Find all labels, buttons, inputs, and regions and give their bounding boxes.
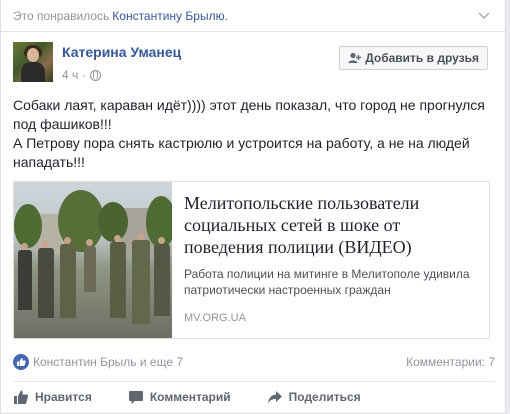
post-text-line: Собаки лаят, караван идёт)))) этот день … [13,97,485,132]
link-preview-title[interactable]: Мелитопольские пользователи социальных с… [184,192,474,258]
reactions-bar: Константин Брыль и еще 7 Комментарии: 7 [13,351,495,373]
reactions-count-link[interactable]: Константин Брыль и еще 7 [33,355,183,369]
add-friend-icon [348,52,362,63]
like-button[interactable]: Нравится [13,389,92,405]
globe-icon [89,69,101,81]
link-preview-description: Работа полиции на митинге в Мелитополе у… [184,267,470,297]
post-header: Катерина Уманец 4 ч · Добавить в друзья [1,32,505,88]
post-timestamp[interactable]: 4 ч · [62,68,86,82]
post-actions: Нравится Комментарий Поделиться [13,381,495,411]
chevron-down-icon[interactable] [477,8,491,22]
liked-by-user-link[interactable]: Константину Брылю. [112,9,228,23]
comment-button[interactable]: Комментарий [128,389,231,405]
post-card: Это понравилось Константину Брылю. Катер… [0,0,506,414]
thumbs-up-icon [14,390,29,404]
add-friend-button[interactable]: Добавить в друзья [339,46,488,70]
link-preview-card[interactable]: Мелитопольские пользователи социальных с… [13,181,490,339]
share-button[interactable]: Поделиться [267,389,361,405]
post-text-line: А Петрову пора снять кастрюлю и устроитс… [13,135,470,170]
share-arrow-icon [267,390,282,403]
like-reaction-icon [13,354,29,370]
like-label: Нравится [35,389,92,404]
comment-icon [128,390,143,404]
link-preview-image[interactable] [14,182,172,338]
author-name-link[interactable]: Катерина Уманец [62,44,181,60]
avatar[interactable] [13,42,53,82]
link-preview-body[interactable]: Мелитопольские пользователи социальных с… [172,182,489,338]
post-meta: 4 ч · [62,68,101,82]
comments-count-link[interactable]: Комментарии: 7 [406,355,495,369]
share-label: Поделиться [288,389,361,404]
add-friend-label: Добавить в друзья [365,51,479,65]
liked-by-bar: Это понравилось Константину Брылю. [1,0,505,32]
liked-by-prefix: Это понравилось [13,8,110,23]
link-preview-domain: MV.ORG.UA [184,312,246,324]
post-text: Собаки лаят, караван идёт)))) этот день … [13,96,495,172]
comment-label: Комментарий [149,389,231,404]
